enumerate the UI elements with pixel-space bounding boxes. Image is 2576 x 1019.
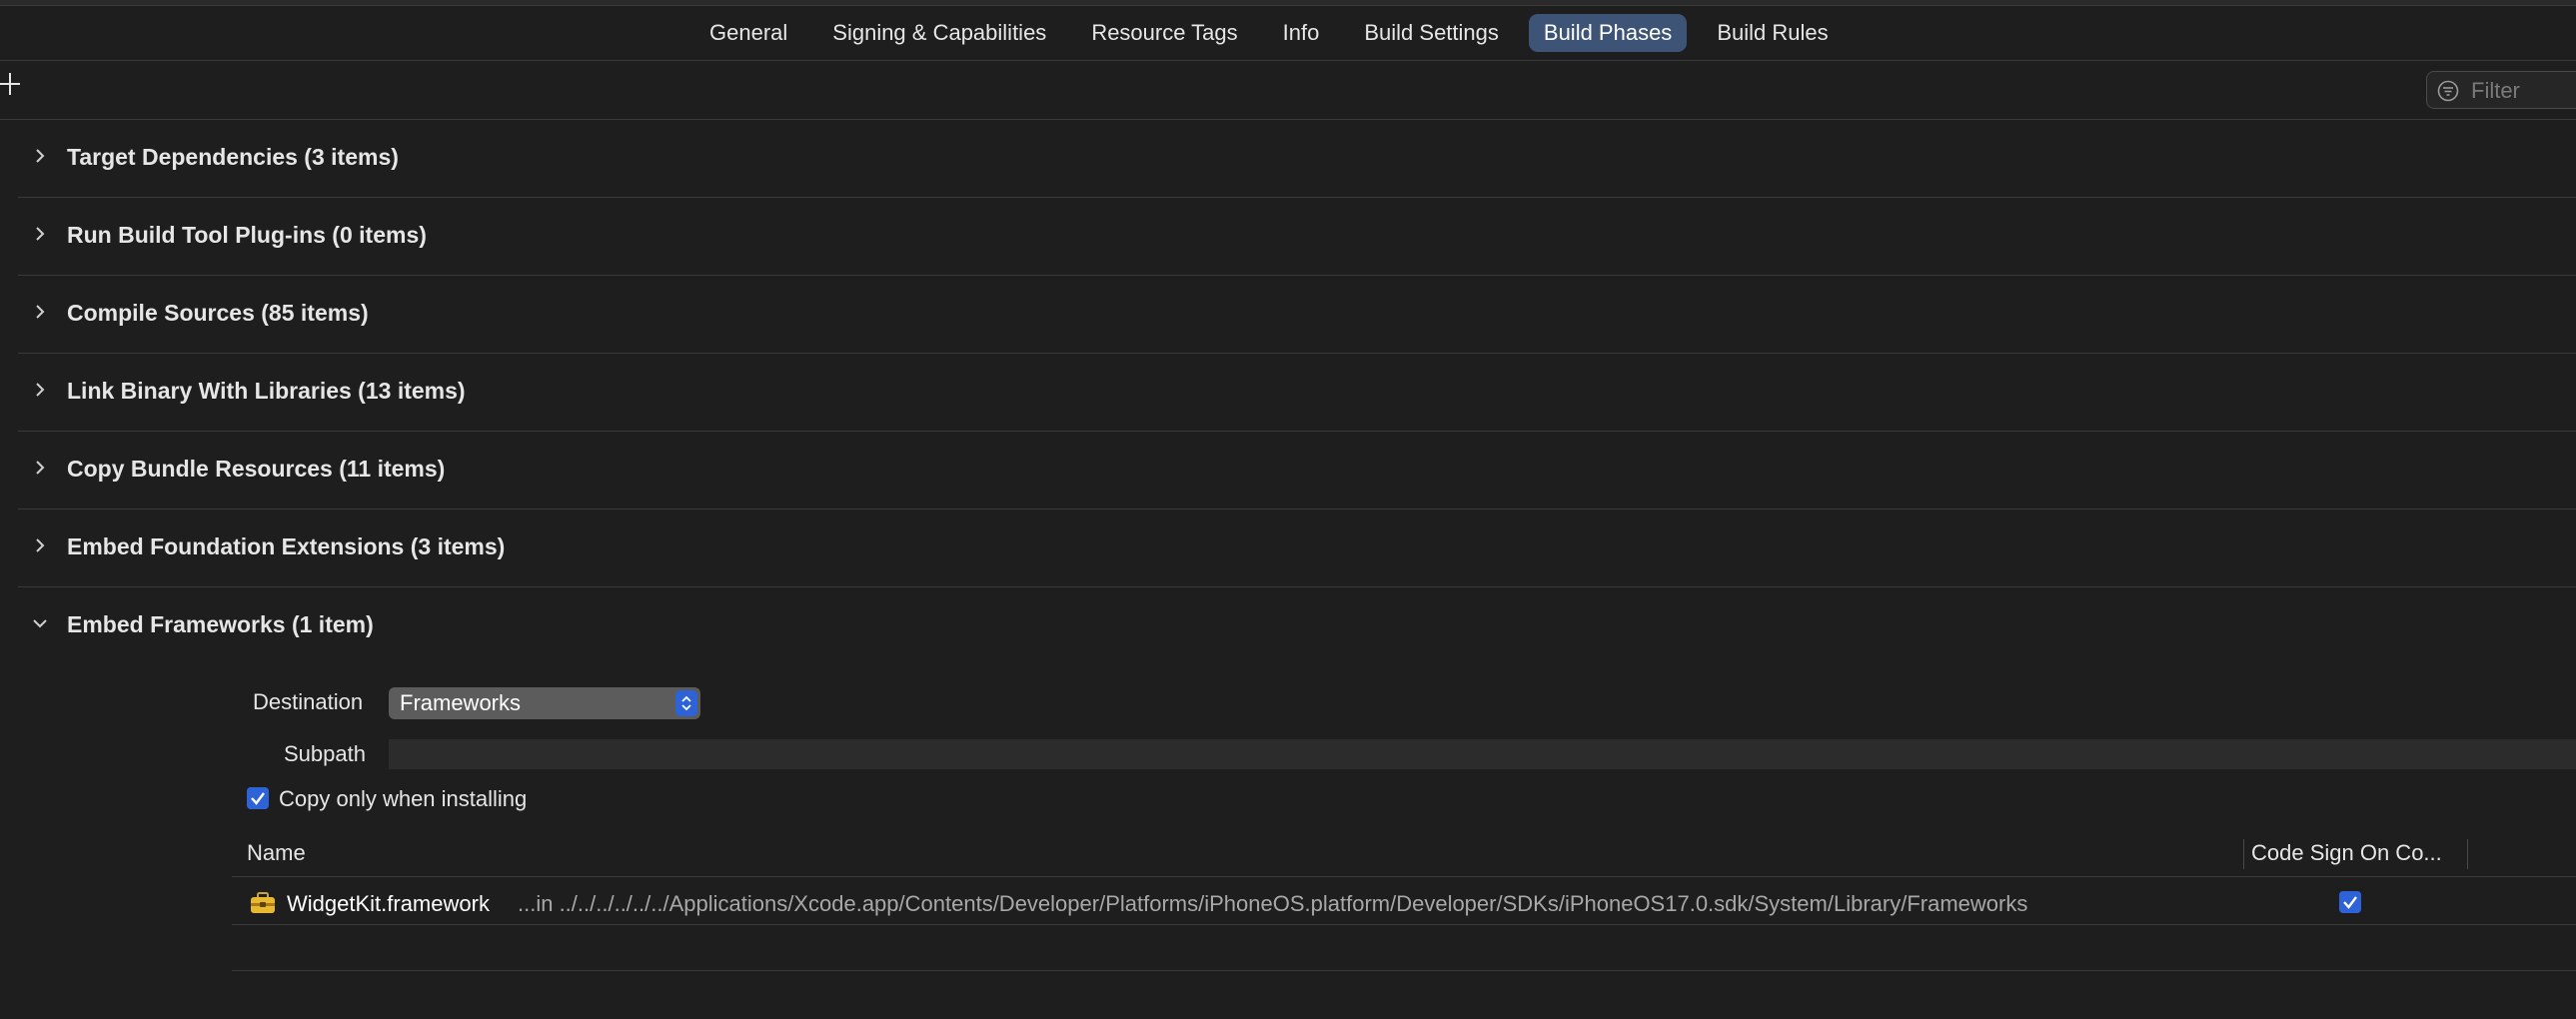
framework-path: ...in ../../../../../../Applications/Xco… xyxy=(518,891,2028,916)
destination-value: Frameworks xyxy=(400,690,522,715)
chevron-right-icon[interactable] xyxy=(30,535,50,555)
subpath-input[interactable] xyxy=(389,739,2576,769)
framework-name: WidgetKit.framework xyxy=(287,891,490,916)
tab-general[interactable]: General xyxy=(694,14,802,52)
phase-embed-foundation-extensions[interactable]: Embed Foundation Extensions (3 items) xyxy=(18,510,2576,587)
up-down-arrows-icon xyxy=(675,690,697,716)
chevron-right-icon[interactable] xyxy=(30,302,50,322)
filter-placeholder: Filter xyxy=(2471,78,2520,103)
tab-resource-tags[interactable]: Resource Tags xyxy=(1076,14,1252,52)
editor-tab-bar: General Signing & Capabilities Resource … xyxy=(0,6,2576,61)
chevron-right-icon[interactable] xyxy=(30,458,50,478)
phase-title: Copy Bundle Resources (11 items) xyxy=(67,456,446,482)
phases-toolbar: Filter xyxy=(0,61,2576,120)
filter-icon xyxy=(2437,80,2459,102)
chevron-right-icon[interactable] xyxy=(30,380,50,400)
table-row-empty xyxy=(232,925,2576,971)
tab-build-rules[interactable]: Build Rules xyxy=(1702,14,1843,52)
phase-compile-sources[interactable]: Compile Sources (85 items) xyxy=(18,276,2576,354)
phase-link-binary[interactable]: Link Binary With Libraries (13 items) xyxy=(18,354,2576,432)
tab-list: General Signing & Capabilities Resource … xyxy=(694,14,1859,52)
phase-title: Embed Foundation Extensions (3 items) xyxy=(67,533,506,559)
destination-select[interactable]: Frameworks xyxy=(389,687,700,719)
phase-copy-bundle-resources[interactable]: Copy Bundle Resources (11 items) xyxy=(18,432,2576,510)
tab-info[interactable]: Info xyxy=(1268,14,1335,52)
table-row[interactable]: WidgetKit.framework ...in ../../../../..… xyxy=(232,879,2576,925)
chevron-right-icon[interactable] xyxy=(30,146,50,166)
phase-title: Embed Frameworks (1 item) xyxy=(67,611,374,637)
subpath-label: Subpath xyxy=(284,741,366,766)
phase-title: Target Dependencies (3 items) xyxy=(67,144,399,170)
filter-field[interactable]: Filter xyxy=(2426,71,2576,109)
tab-build-phases[interactable]: Build Phases xyxy=(1528,14,1688,52)
phase-run-build-tool-plugins[interactable]: Run Build Tool Plug-ins (0 items) xyxy=(18,198,2576,276)
phase-title: Compile Sources (85 items) xyxy=(67,300,369,326)
phase-title: Run Build Tool Plug-ins (0 items) xyxy=(67,222,427,248)
tab-build-settings[interactable]: Build Settings xyxy=(1349,14,1514,52)
plus-icon[interactable] xyxy=(0,73,22,95)
phase-title: Link Binary With Libraries (13 items) xyxy=(67,378,466,404)
chevron-down-icon[interactable] xyxy=(30,613,50,633)
column-name[interactable]: Name xyxy=(247,840,306,866)
copy-only-checkbox[interactable] xyxy=(247,787,269,809)
tab-signing-capabilities[interactable]: Signing & Capabilities xyxy=(817,14,1061,52)
column-separator xyxy=(2467,839,2468,869)
column-code-sign[interactable]: Code Sign On Co... xyxy=(2251,840,2442,866)
phase-embed-frameworks[interactable]: Embed Frameworks (1 item) xyxy=(18,587,2576,657)
column-separator xyxy=(2243,839,2244,869)
phase-target-dependencies[interactable]: Target Dependencies (3 items) xyxy=(18,120,2576,198)
copy-only-label: Copy only when installing xyxy=(279,786,528,811)
framework-toolbox-icon xyxy=(251,892,275,913)
code-sign-checkbox[interactable] xyxy=(2339,891,2361,913)
destination-label: Destination xyxy=(253,689,364,714)
chevron-right-icon[interactable] xyxy=(30,224,50,244)
frameworks-table-header: Name Code Sign On Co... xyxy=(232,831,2576,877)
